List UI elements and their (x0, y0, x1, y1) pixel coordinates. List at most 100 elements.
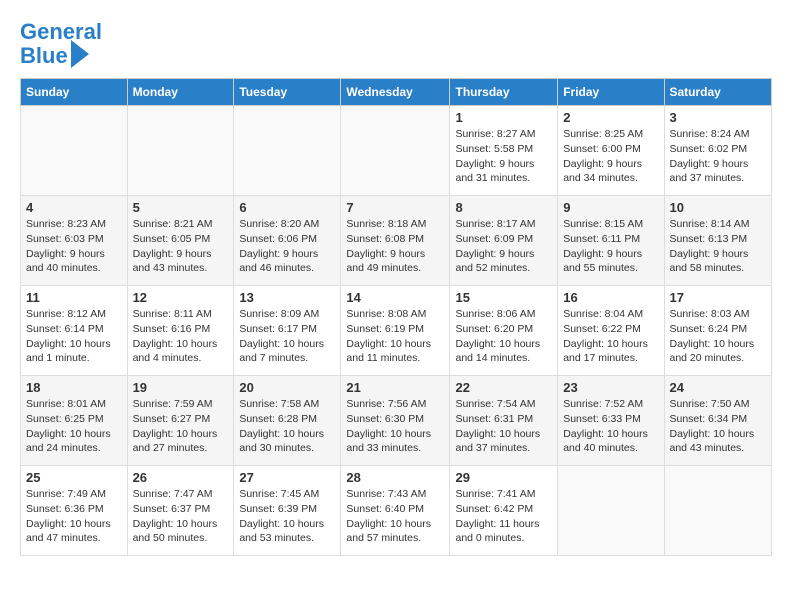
col-header-monday: Monday (127, 79, 234, 106)
calendar-cell: 13 Sunrise: 8:09 AMSunset: 6:17 PMDayligh… (234, 286, 341, 376)
calendar-cell (21, 106, 128, 196)
calendar-cell: 23 Sunrise: 7:52 AMSunset: 6:33 PMDayligh… (558, 376, 664, 466)
calendar-cell: 4 Sunrise: 8:23 AMSunset: 6:03 PMDaylight… (21, 196, 128, 286)
day-number: 21 (346, 380, 444, 395)
day-number: 28 (346, 470, 444, 485)
calendar-week-row: 1Sunrise: 8:27 AMSunset: 5:58 PMDaylight… (21, 106, 772, 196)
day-info: Sunrise: 8:23 AMSunset: 6:03 PMDaylight:… (26, 217, 122, 276)
calendar-cell: 24 Sunrise: 7:50 AMSunset: 6:34 PMDayligh… (664, 376, 772, 466)
calendar-cell: 5Sunrise: 8:21 AMSunset: 6:05 PMDaylight… (127, 196, 234, 286)
day-number: 24 (670, 380, 767, 395)
calendar-cell: 25 Sunrise: 7:49 AMSunset: 6:36 PMDayligh… (21, 466, 128, 556)
calendar-cell: 21 Sunrise: 7:56 AMSunset: 6:30 PMDayligh… (341, 376, 450, 466)
day-info: Sunrise: 7:59 AMSunset: 6:27 PMDaylight:… (133, 397, 229, 456)
calendar-cell: 20 Sunrise: 7:58 AMSunset: 6:28 PMDayligh… (234, 376, 341, 466)
day-info: Sunrise: 7:52 AMSunset: 6:33 PMDaylight:… (563, 397, 658, 456)
calendar-cell: 6 Sunrise: 8:20 AMSunset: 6:06 PMDaylight… (234, 196, 341, 286)
col-header-saturday: Saturday (664, 79, 772, 106)
calendar-cell (234, 106, 341, 196)
day-number: 13 (239, 290, 335, 305)
logo-arrow-icon (71, 40, 89, 68)
col-header-tuesday: Tuesday (234, 79, 341, 106)
page-header: General Blue (20, 20, 772, 68)
calendar-cell (664, 466, 772, 556)
day-number: 3 (670, 110, 767, 125)
calendar-cell: 2 Sunrise: 8:25 AMSunset: 6:00 PMDaylight… (558, 106, 664, 196)
calendar-body: 1Sunrise: 8:27 AMSunset: 5:58 PMDaylight… (21, 106, 772, 556)
logo-text: General Blue (20, 20, 102, 68)
day-info: Sunrise: 7:49 AMSunset: 6:36 PMDaylight:… (26, 487, 122, 546)
day-info: Sunrise: 8:14 AMSunset: 6:13 PMDaylight:… (670, 217, 767, 276)
day-number: 19 (133, 380, 229, 395)
day-info: Sunrise: 8:03 AMSunset: 6:24 PMDaylight:… (670, 307, 767, 366)
day-info: Sunrise: 7:56 AMSunset: 6:30 PMDaylight:… (346, 397, 444, 456)
col-header-sunday: Sunday (21, 79, 128, 106)
calendar-week-row: 18Sunrise: 8:01 AMSunset: 6:25 PMDayligh… (21, 376, 772, 466)
calendar-cell (558, 466, 664, 556)
col-header-wednesday: Wednesday (341, 79, 450, 106)
calendar-week-row: 25 Sunrise: 7:49 AMSunset: 6:36 PMDayligh… (21, 466, 772, 556)
calendar-cell: 12 Sunrise: 8:11 AMSunset: 6:16 PMDayligh… (127, 286, 234, 376)
day-info: Sunrise: 7:45 AMSunset: 6:39 PMDaylight:… (239, 487, 335, 546)
day-number: 23 (563, 380, 658, 395)
calendar-cell: 14 Sunrise: 8:08 AMSunset: 6:19 PMDayligh… (341, 286, 450, 376)
day-info: Sunrise: 8:12 AMSunset: 6:14 PMDaylight:… (26, 307, 122, 366)
day-number: 11 (26, 290, 122, 305)
day-number: 25 (26, 470, 122, 485)
calendar-header-row: SundayMondayTuesdayWednesdayThursdayFrid… (21, 79, 772, 106)
col-header-friday: Friday (558, 79, 664, 106)
calendar-cell: 26Sunrise: 7:47 AMSunset: 6:37 PMDayligh… (127, 466, 234, 556)
calendar-table: SundayMondayTuesdayWednesdayThursdayFrid… (20, 78, 772, 556)
day-info: Sunrise: 8:24 AMSunset: 6:02 PMDaylight:… (670, 127, 767, 186)
day-info: Sunrise: 8:11 AMSunset: 6:16 PMDaylight:… (133, 307, 229, 366)
day-info: Sunrise: 8:09 AMSunset: 6:17 PMDaylight:… (239, 307, 335, 366)
day-number: 10 (670, 200, 767, 215)
day-number: 12 (133, 290, 229, 305)
day-number: 2 (563, 110, 658, 125)
day-info: Sunrise: 8:06 AMSunset: 6:20 PMDaylight:… (455, 307, 552, 366)
day-number: 20 (239, 380, 335, 395)
day-info: Sunrise: 8:20 AMSunset: 6:06 PMDaylight:… (239, 217, 335, 276)
day-info: Sunrise: 8:27 AMSunset: 5:58 PMDaylight:… (455, 127, 552, 186)
day-number: 18 (26, 380, 122, 395)
calendar-cell: 17 Sunrise: 8:03 AMSunset: 6:24 PMDayligh… (664, 286, 772, 376)
day-info: Sunrise: 7:50 AMSunset: 6:34 PMDaylight:… (670, 397, 767, 456)
calendar-cell: 1Sunrise: 8:27 AMSunset: 5:58 PMDaylight… (450, 106, 558, 196)
calendar-cell: 28 Sunrise: 7:43 AMSunset: 6:40 PMDayligh… (341, 466, 450, 556)
calendar-week-row: 11 Sunrise: 8:12 AMSunset: 6:14 PMDayligh… (21, 286, 772, 376)
calendar-cell (127, 106, 234, 196)
day-info: Sunrise: 7:43 AMSunset: 6:40 PMDaylight:… (346, 487, 444, 546)
calendar-cell: 11 Sunrise: 8:12 AMSunset: 6:14 PMDayligh… (21, 286, 128, 376)
day-number: 14 (346, 290, 444, 305)
day-number: 17 (670, 290, 767, 305)
day-info: Sunrise: 8:18 AMSunset: 6:08 PMDaylight:… (346, 217, 444, 276)
logo: General Blue (20, 20, 102, 68)
day-info: Sunrise: 7:58 AMSunset: 6:28 PMDaylight:… (239, 397, 335, 456)
calendar-week-row: 4 Sunrise: 8:23 AMSunset: 6:03 PMDaylight… (21, 196, 772, 286)
calendar-cell: 15 Sunrise: 8:06 AMSunset: 6:20 PMDayligh… (450, 286, 558, 376)
day-number: 9 (563, 200, 658, 215)
day-info: Sunrise: 7:54 AMSunset: 6:31 PMDaylight:… (455, 397, 552, 456)
calendar-cell: 8Sunrise: 8:17 AMSunset: 6:09 PMDaylight… (450, 196, 558, 286)
calendar-cell: 18Sunrise: 8:01 AMSunset: 6:25 PMDayligh… (21, 376, 128, 466)
day-number: 4 (26, 200, 122, 215)
calendar-cell (341, 106, 450, 196)
calendar-cell: 16Sunrise: 8:04 AMSunset: 6:22 PMDayligh… (558, 286, 664, 376)
day-info: Sunrise: 8:25 AMSunset: 6:00 PMDaylight:… (563, 127, 658, 186)
day-info: Sunrise: 8:04 AMSunset: 6:22 PMDaylight:… (563, 307, 658, 366)
calendar-cell: 7Sunrise: 8:18 AMSunset: 6:08 PMDaylight… (341, 196, 450, 286)
day-number: 5 (133, 200, 229, 215)
day-number: 15 (455, 290, 552, 305)
day-number: 29 (455, 470, 552, 485)
day-number: 26 (133, 470, 229, 485)
calendar-cell: 3 Sunrise: 8:24 AMSunset: 6:02 PMDaylight… (664, 106, 772, 196)
day-info: Sunrise: 8:08 AMSunset: 6:19 PMDaylight:… (346, 307, 444, 366)
day-info: Sunrise: 8:15 AMSunset: 6:11 PMDaylight:… (563, 217, 658, 276)
calendar-cell: 29Sunrise: 7:41 AMSunset: 6:42 PMDayligh… (450, 466, 558, 556)
day-number: 22 (455, 380, 552, 395)
day-number: 27 (239, 470, 335, 485)
day-number: 8 (455, 200, 552, 215)
calendar-cell: 10 Sunrise: 8:14 AMSunset: 6:13 PMDayligh… (664, 196, 772, 286)
day-number: 6 (239, 200, 335, 215)
calendar-cell: 19 Sunrise: 7:59 AMSunset: 6:27 PMDayligh… (127, 376, 234, 466)
